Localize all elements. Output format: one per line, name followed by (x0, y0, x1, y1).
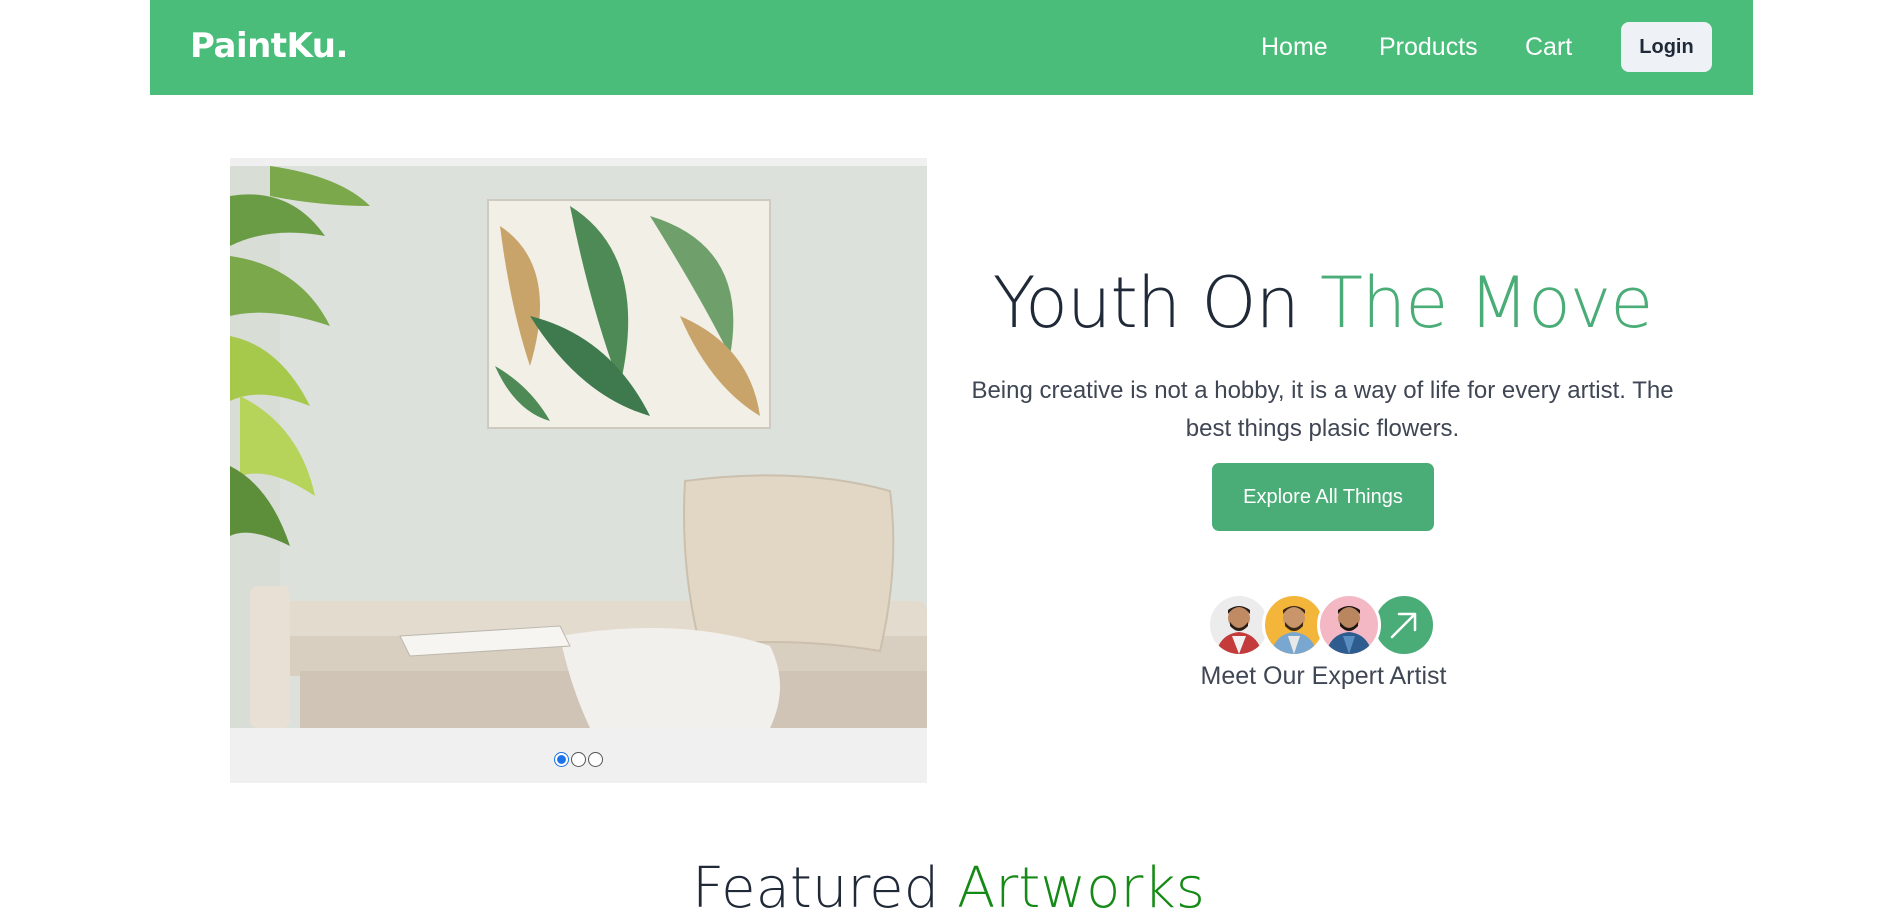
explore-all-button[interactable]: Explore All Things (1212, 463, 1434, 531)
nav-link-home[interactable]: Home (1261, 33, 1328, 62)
featured-title-part1: Featured (692, 856, 957, 921)
brand-logo[interactable]: PaintKu. (190, 26, 348, 66)
nav-link-cart[interactable]: Cart (1525, 33, 1572, 62)
hero-title-part1: Youth On (992, 262, 1321, 344)
image-carousel (230, 158, 927, 783)
hero-title: Youth On The Move (960, 262, 1685, 344)
carousel-indicators (554, 752, 603, 767)
carousel-dot-1[interactable] (554, 752, 569, 767)
carousel-dot-3[interactable] (588, 752, 603, 767)
login-button[interactable]: Login (1621, 22, 1712, 72)
artist-avatars (1207, 593, 1436, 657)
featured-title: Featured Artworks (600, 856, 1297, 921)
navbar: PaintKu. Home Products Cart Login (150, 0, 1753, 95)
framed-painting (487, 199, 771, 429)
hero-description: Being creative is not a hobby, it is a w… (971, 377, 1674, 442)
living-room-painting-image (230, 166, 927, 728)
artist-portrait-icon (1216, 606, 1262, 654)
hero-title-accent: The Move (1320, 262, 1653, 344)
carousel-dot-2[interactable] (571, 752, 586, 767)
arrow-up-right-icon[interactable] (1372, 593, 1436, 657)
featured-title-accent: Artworks (956, 856, 1205, 921)
nav-link-products[interactable]: Products (1379, 33, 1478, 62)
meet-artist-label[interactable]: Meet Our Expert Artist (1190, 662, 1457, 691)
artist-portrait-icon (1326, 606, 1372, 654)
throw-blanket (560, 628, 780, 728)
avatar[interactable] (1317, 593, 1381, 657)
knit-pillow (683, 474, 895, 653)
artist-portrait-icon (1271, 606, 1317, 654)
